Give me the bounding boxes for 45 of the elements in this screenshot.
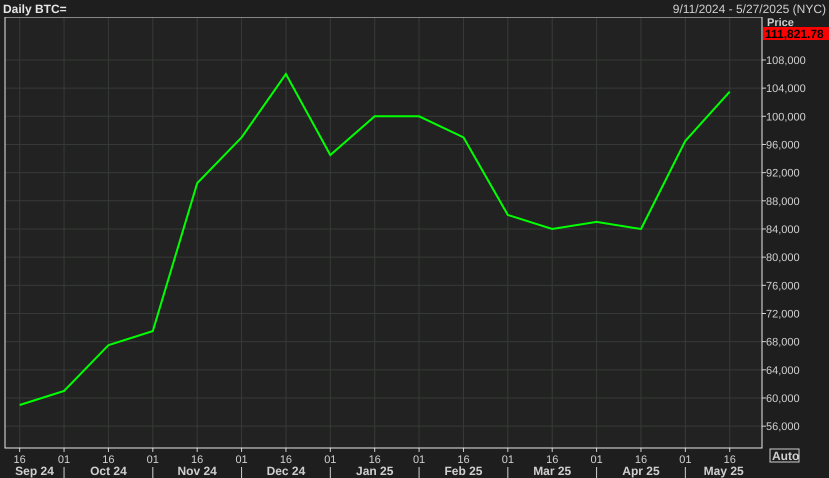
month-label: May 25 [704,464,744,478]
y-tick-label: 68,000 [766,336,800,349]
x-tick-label: 01 [58,454,70,466]
y-tick-label: 84,000 [766,224,800,236]
month-label: Apr 25 [622,464,660,478]
month-label: Nov 24 [178,464,217,478]
x-tick-label: 01 [324,454,336,466]
y-tick-label: 92,000 [766,168,800,180]
x-tick-label: 01 [146,454,159,466]
month-label: Jan 25 [356,464,394,478]
month-label: Oct 24 [90,464,127,478]
x-tick-label: 16 [634,454,648,466]
y-tick-label: 76,000 [766,280,800,292]
y-tick-label: 104,000 [766,83,806,96]
month-label: Sep 24 [15,464,54,478]
month-label: Feb 25 [444,464,482,478]
x-tick-label: 01 [590,454,603,466]
x-tick-label: 01 [235,454,248,466]
axis-title: Price [767,17,794,29]
x-tick-label: 01 [502,454,514,466]
y-tick-label: 80,000 [766,252,800,264]
x-tick-label: 01 [412,454,426,466]
auto-scale-button[interactable]: Auto [770,448,800,463]
y-tick-label: 96,000 [766,139,800,152]
chart-title: Daily BTC= [3,0,67,18]
x-tick-label: 16 [724,454,736,466]
x-tick-label: 16 [546,454,558,466]
x-tick-label: 16 [102,454,115,466]
x-tick-label: 16 [191,454,204,466]
date-range: 9/11/2024 - 5/27/2025 (NYC) [672,0,826,18]
x-tick-label: 16 [14,454,26,466]
month-label: Mar 25 [533,464,572,478]
y-tick-label: 100,000 [766,111,806,124]
x-tick-label: 16 [457,454,470,466]
last-price-tag: 111,821.78 [763,27,829,41]
x-tick-label: 16 [280,454,292,466]
month-label: Dec 24 [266,464,306,478]
y-tick-label: 88,000 [766,196,800,208]
y-tick-label: 72,000 [766,308,800,320]
y-tick-label: 56,000 [766,421,800,434]
y-tick-label: 64,000 [766,364,800,377]
x-tick-label: 16 [368,454,381,466]
x-tick-label: 01 [679,454,692,466]
y-tick-label: 108,000 [766,54,806,67]
y-tick-label: 60,000 [766,393,800,405]
